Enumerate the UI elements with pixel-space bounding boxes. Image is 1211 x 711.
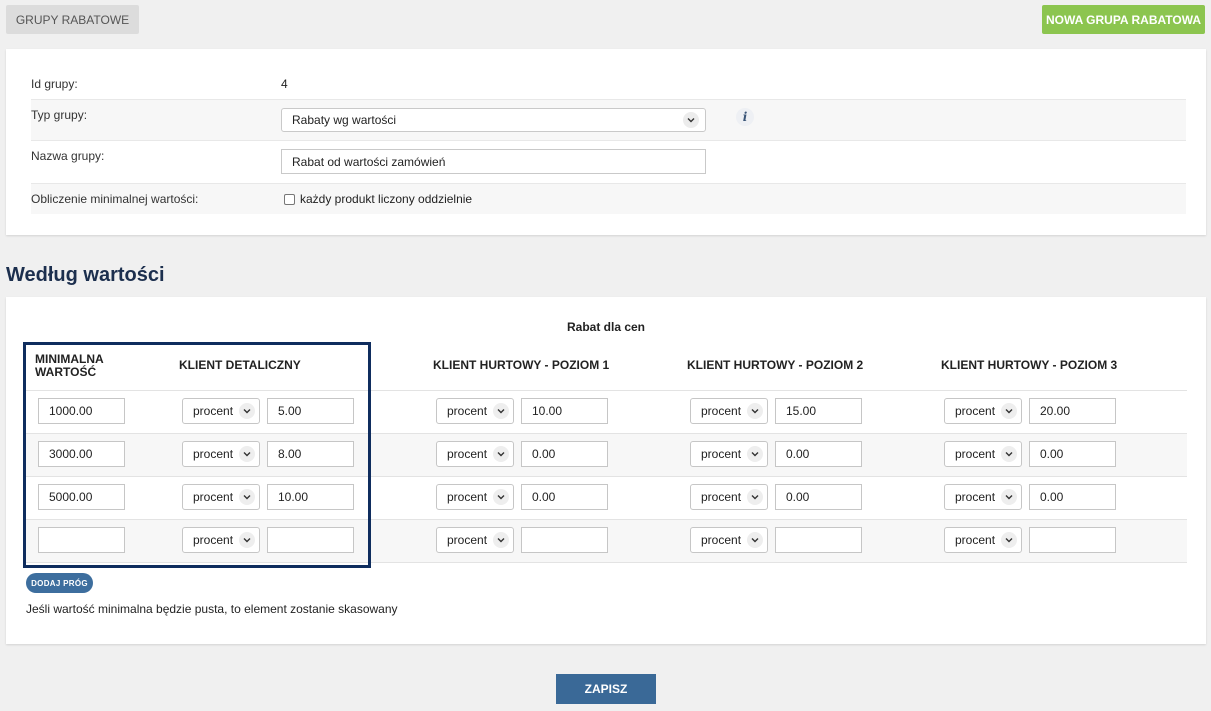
group-type-value: Rabaty wg wartości: [292, 113, 397, 127]
wholesale1-value-input[interactable]: 0.00: [521, 484, 608, 510]
chevron-down-icon: [1001, 532, 1017, 548]
wholesale3-value-text: 0.00: [1040, 447, 1064, 461]
group-type-select[interactable]: Rabaty wg wartości: [281, 108, 706, 132]
wholesale3-value-input[interactable]: 0.00: [1029, 441, 1116, 467]
empty-value-note: Jeśli wartość minimalna będzie pusta, to…: [26, 602, 398, 616]
wholesale3-value-text: 20.00: [1040, 404, 1071, 418]
wholesale3-type-select[interactable]: procent: [944, 484, 1022, 510]
discount-groups-button[interactable]: GRUPY RABATOWE: [6, 5, 139, 34]
wholesale1-type-select[interactable]: procent: [436, 484, 514, 510]
wholesale1-value-text: 0.00: [532, 447, 556, 461]
wholesale3-value-input[interactable]: [1029, 527, 1116, 553]
wholesale1-type-select[interactable]: procent: [436, 527, 514, 553]
wholesale1-type-value: procent: [447, 490, 488, 504]
add-threshold-button[interactable]: DODAJ PRÓG: [26, 573, 93, 593]
new-discount-group-button[interactable]: NOWA GRUPA RABATOWA: [1042, 5, 1205, 34]
wholesale2-type-value: procent: [701, 490, 742, 504]
wholesale2-type-value: procent: [701, 533, 742, 547]
wholesale3-type-value: procent: [955, 447, 996, 461]
col-header-wholesale-3: KLIENT HURTOWY - POZIOM 3: [941, 358, 1118, 372]
wholesale1-type-select[interactable]: procent: [436, 398, 514, 424]
wholesale1-value-input[interactable]: 10.00: [521, 398, 608, 424]
wholesale3-value-input[interactable]: 0.00: [1029, 484, 1116, 510]
wholesale2-value-input[interactable]: 0.00: [775, 484, 862, 510]
group-form-card: Id grupy: 4 Typ grupy: Rabaty wg wartośc…: [6, 49, 1206, 235]
wholesale3-value-text: 0.00: [1040, 490, 1064, 504]
wholesale1-type-value: procent: [447, 447, 488, 461]
wholesale2-value-text: 0.00: [786, 447, 810, 461]
each-product-separately-label[interactable]: każdy produkt liczony oddzielnie: [300, 192, 472, 206]
chevron-down-icon: [1001, 403, 1017, 419]
min-calc-label: Obliczenie minimalnej wartości:: [31, 192, 199, 206]
group-id-label: Id grupy:: [31, 77, 78, 91]
wholesale3-type-select[interactable]: procent: [944, 398, 1022, 424]
group-type-label: Typ grupy:: [31, 108, 88, 122]
chevron-down-icon: [683, 112, 699, 128]
wholesale3-type-value: procent: [955, 404, 996, 418]
wholesale2-type-select[interactable]: procent: [690, 398, 768, 424]
wholesale2-type-value: procent: [701, 404, 742, 418]
retail-columns-highlight: [23, 342, 371, 568]
save-button[interactable]: ZAPISZ: [556, 674, 656, 704]
chevron-down-icon: [747, 446, 763, 462]
chevron-down-icon: [1001, 489, 1017, 505]
wholesale3-value-input[interactable]: 20.00: [1029, 398, 1116, 424]
each-product-separately-checkbox[interactable]: [284, 194, 295, 205]
wholesale2-value-text: 0.00: [786, 490, 810, 504]
wholesale3-type-select[interactable]: procent: [944, 441, 1022, 467]
wholesale2-value-input[interactable]: 0.00: [775, 441, 862, 467]
wholesale3-type-value: procent: [955, 533, 996, 547]
wholesale1-type-value: procent: [447, 533, 488, 547]
chevron-down-icon: [747, 532, 763, 548]
wholesale1-value-input[interactable]: [521, 527, 608, 553]
wholesale1-type-select[interactable]: procent: [436, 441, 514, 467]
table-caption: Rabat dla cen: [566, 320, 646, 334]
group-name-value: Rabat od wartości zamówień: [292, 154, 446, 169]
wholesale3-type-value: procent: [955, 490, 996, 504]
chevron-down-icon: [1001, 446, 1017, 462]
col-header-wholesale-2: KLIENT HURTOWY - POZIOM 2: [687, 358, 864, 372]
wholesale2-type-value: procent: [701, 447, 742, 461]
group-id-value: 4: [281, 77, 288, 91]
chevron-down-icon: [493, 489, 509, 505]
chevron-down-icon: [747, 403, 763, 419]
chevron-down-icon: [747, 489, 763, 505]
group-name-label: Nazwa grupy:: [31, 149, 105, 163]
wholesale2-type-select[interactable]: procent: [690, 441, 768, 467]
wholesale2-value-input[interactable]: 15.00: [775, 398, 862, 424]
discount-thresholds-card: Rabat dla cen MINIMALNA WARTOŚĆ KLIENT D…: [6, 297, 1206, 644]
wholesale3-type-select[interactable]: procent: [944, 527, 1022, 553]
info-icon[interactable]: i: [736, 108, 754, 126]
wholesale2-type-select[interactable]: procent: [690, 484, 768, 510]
group-name-input[interactable]: Rabat od wartości zamówień: [281, 149, 706, 174]
wholesale1-value-input[interactable]: 0.00: [521, 441, 608, 467]
wholesale1-type-value: procent: [447, 404, 488, 418]
col-header-wholesale-1: KLIENT HURTOWY - POZIOM 1: [433, 358, 610, 372]
chevron-down-icon: [493, 446, 509, 462]
wholesale2-value-text: 15.00: [786, 404, 817, 418]
wholesale1-value-text: 0.00: [532, 490, 556, 504]
chevron-down-icon: [493, 532, 509, 548]
chevron-down-icon: [493, 403, 509, 419]
wholesale2-value-input[interactable]: [775, 527, 862, 553]
section-title: Według wartości: [6, 264, 165, 286]
wholesale2-type-select[interactable]: procent: [690, 527, 768, 553]
wholesale1-value-text: 10.00: [532, 404, 563, 418]
